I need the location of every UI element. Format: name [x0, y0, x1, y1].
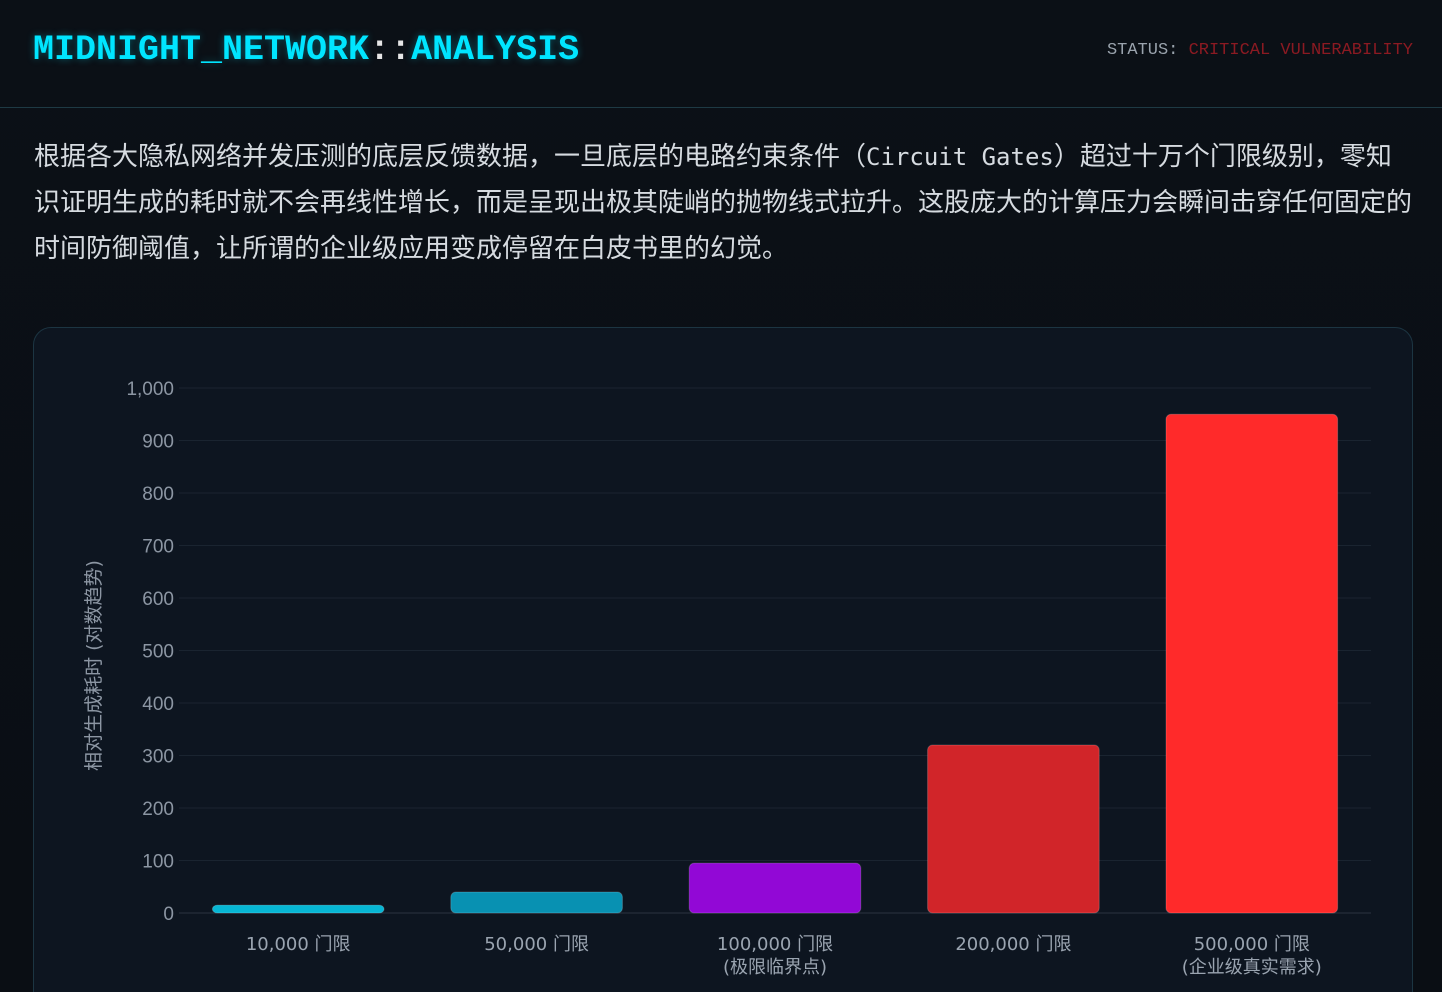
y-axis-label: 相对生成耗时 (对数趋势): [83, 560, 105, 771]
status-value: CRITICAL VULNERABILITY: [1188, 41, 1413, 60]
y-tick-label: 500: [142, 642, 174, 663]
brand-main: MIDNIGHT_NETWORK: [33, 30, 370, 70]
y-tick-label: 800: [142, 484, 174, 505]
y-tick-label: 300: [142, 747, 174, 768]
brand-sub: ANALYSIS: [411, 30, 580, 70]
bar: [927, 744, 1100, 914]
chart-panel: 0 100 200 300 400 500 600 700 800 900 1,000 相对生成耗时 …: [33, 327, 1413, 992]
x-tick-label: 500,000 门限: [1194, 934, 1310, 955]
y-tick-label: 400: [142, 694, 174, 715]
intro-text-before: 根据各大隐私网络并发压测的底层反馈数据，一旦底层的电路约束条件（: [34, 142, 867, 172]
y-tick-label: 1,000: [126, 379, 174, 400]
y-tick-label: 700: [142, 537, 174, 558]
bar: [211, 904, 385, 914]
y-tick-label: 100: [142, 852, 174, 873]
header: MIDNIGHT_NETWORK::ANALYSIS STATUS: CRITI…: [0, 0, 1442, 108]
status-label: STATUS:: [1106, 41, 1179, 60]
x-tick-label: 200,000 门限: [955, 934, 1071, 955]
x-tick-label: 50,000 门限: [484, 934, 589, 955]
intro-paragraph: 根据各大隐私网络并发压测的底层反馈数据，一旦底层的电路约束条件（Circuit …: [34, 134, 1414, 272]
y-tick-label: 900: [142, 432, 174, 453]
x-tick-label: 100,000 门限: [717, 934, 833, 955]
x-tick-label: 10,000 门限: [246, 934, 351, 955]
bar: [450, 891, 623, 914]
bar-chart: 0 100 200 300 400 500 600 700 800 900 1,000 相对生成耗时 …: [83, 379, 1371, 978]
x-tick-label: (企业级真实需求): [1182, 957, 1322, 978]
brand-title: MIDNIGHT_NETWORK::ANALYSIS: [33, 30, 579, 70]
intro-text-mono: Circuit Gates: [866, 143, 1054, 171]
y-tick-label: 200: [142, 799, 174, 820]
status-indicator: STATUS: CRITICAL VULNERABILITY: [1107, 41, 1413, 60]
bar: [1165, 413, 1339, 914]
y-tick-label: 600: [142, 589, 174, 610]
y-tick-label: 0: [163, 904, 174, 925]
x-tick-label: (极限临界点): [723, 957, 827, 978]
brand-separator: ::: [369, 30, 412, 70]
bar: [688, 862, 862, 914]
